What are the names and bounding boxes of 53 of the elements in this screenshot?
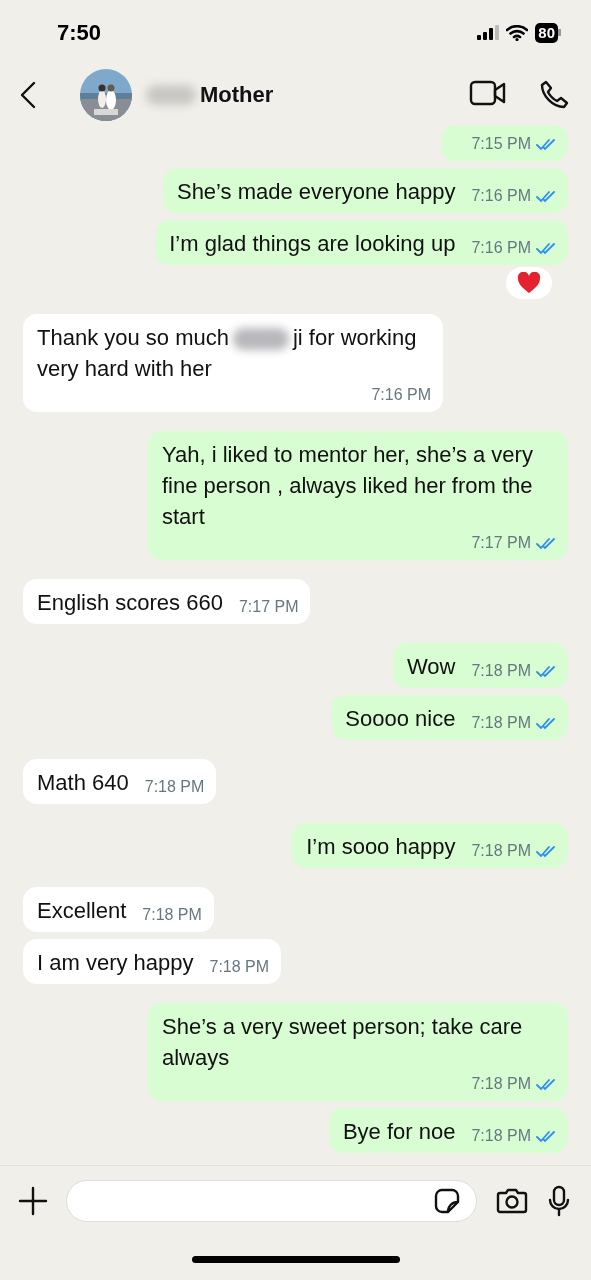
message-bubble[interactable]: 7:15 PM (441, 125, 568, 161)
clock: 7:50 (57, 19, 103, 46)
message-text: She’s made everyone happy (176, 178, 456, 206)
message-bubble[interactable]: She’s made everyone happy 7:16 PM (162, 168, 568, 213)
message-text: Bye for noe (342, 1118, 456, 1146)
message-time: 7:15 PM (471, 134, 531, 154)
signal-icon (477, 25, 500, 40)
message-time: 7:18 PM (471, 1074, 531, 1094)
message-time: 7:17 PM (238, 597, 299, 617)
message-time: 7:18 PM (142, 905, 202, 925)
reaction-badge[interactable] (506, 267, 552, 299)
message-field[interactable] (66, 1180, 477, 1222)
message-time: 7:18 PM (209, 957, 270, 977)
message-text: Wow (406, 653, 456, 681)
message-bubble[interactable]: Bye for noe 7:18 PM (328, 1108, 568, 1153)
message-time: 7:18 PM (471, 1126, 531, 1146)
camera-button[interactable] (495, 1187, 529, 1215)
message-text: Yah, i liked to mentor her, she’s a very fine person , always liked her from the start (162, 441, 534, 531)
message-bubble[interactable]: Yah, i liked to mentor her, she’s a very fine person , always liked her from the start 7:17 PM (148, 431, 568, 560)
message-bubble[interactable]: I am very happy 7:18 PM (23, 939, 282, 984)
heart-icon (517, 272, 541, 294)
battery-level: 80 (535, 22, 558, 43)
message-bubble[interactable]: Wow 7:18 PM (392, 643, 568, 688)
message-text: I am very happy (37, 949, 194, 977)
message-text: Math 640 (37, 769, 129, 797)
message-time: 7:17 PM (471, 533, 531, 553)
message-time: 7:18 PM (471, 661, 531, 681)
message-text: I’m sooo happy (306, 833, 456, 861)
message-time: 7:18 PM (471, 841, 531, 861)
message-text: English scores 660 (37, 589, 223, 617)
contact-name[interactable]: Mother (200, 82, 469, 108)
message-bubble[interactable]: Thank you so much ji for working very hard with her 7:16 PM (23, 314, 443, 412)
microphone-button[interactable] (547, 1185, 571, 1217)
message-bubble[interactable]: She’s a very sweet person; take care always 7:18 PM (148, 1003, 568, 1101)
add-button[interactable] (18, 1186, 48, 1216)
message-text: I’m glad things are looking up (169, 230, 456, 258)
message-bubble[interactable]: English scores 660 7:17 PM (23, 579, 311, 624)
message-time: 7:18 PM (144, 777, 205, 797)
message-bubble[interactable]: Excellent 7:18 PM (23, 887, 214, 932)
message-time: 7:18 PM (471, 713, 531, 733)
message-text: Thank you so much ji for working very hard with her (37, 324, 418, 383)
message-bubble[interactable]: Math 640 7:18 PM (23, 759, 217, 804)
message-text: Excellent (37, 897, 127, 925)
message-bubble[interactable]: Soooo nice 7:18 PM (331, 695, 568, 740)
message-text: Soooo nice (345, 705, 456, 733)
sticker-icon[interactable] (434, 1188, 460, 1214)
message-time: 7:16 PM (371, 385, 431, 405)
message-time: 7:16 PM (471, 238, 531, 258)
message-time: 7:16 PM (471, 186, 531, 206)
wifi-icon (506, 24, 529, 41)
phone-call-button[interactable] (539, 80, 569, 110)
message-text: She’s a very sweet person; take care always (162, 1013, 524, 1072)
message-bubble[interactable]: I’m sooo happy 7:18 PM (292, 823, 568, 868)
